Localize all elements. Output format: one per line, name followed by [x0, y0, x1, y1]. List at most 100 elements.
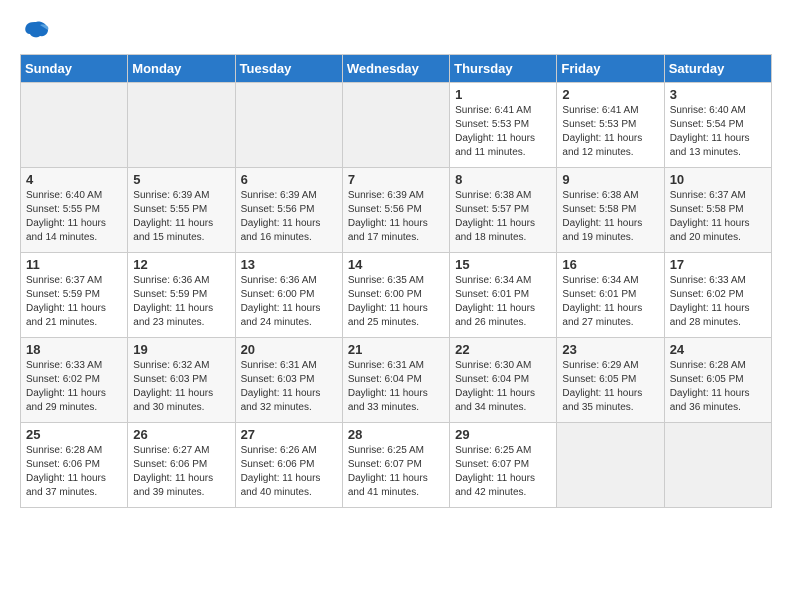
calendar-week-row: 1Sunrise: 6:41 AMSunset: 5:53 PMDaylight…	[21, 83, 772, 168]
calendar-cell: 18 Sunrise: 6:33 AMSunset: 6:02 PMDayligh…	[21, 338, 128, 423]
calendar-cell	[557, 423, 664, 508]
day-number: 15	[455, 257, 551, 272]
day-number: 5	[133, 172, 229, 187]
calendar-week-row: 11Sunrise: 6:37 AMSunset: 5:59 PMDayligh…	[21, 253, 772, 338]
day-info: Sunrise: 6:26 AMSunset: 6:06 PMDaylight:…	[241, 444, 337, 500]
day-info: Sunrise: 6:31 AMSunset: 6:04 PMDaylight:…	[348, 359, 444, 415]
day-info: Sunrise: 6:33 AMSunset: 6:02 PMDaylight:…	[670, 274, 766, 330]
day-number: 3	[670, 87, 766, 102]
logo	[20, 20, 50, 38]
weekday-header: Wednesday	[342, 55, 449, 83]
day-number: 26	[133, 427, 229, 442]
day-info: Sunrise: 6:25 AMSunset: 6:07 PMDaylight:…	[455, 444, 551, 500]
day-number: 9	[562, 172, 658, 187]
day-info: Sunrise: 6:33 AMSunset: 6:02 PMDaylight:…	[26, 359, 122, 415]
day-number: 27	[241, 427, 337, 442]
calendar-cell: 15 Sunrise: 6:34 AMSunset: 6:01 PMDayligh…	[450, 253, 557, 338]
calendar-cell	[342, 83, 449, 168]
day-info: Sunrise: 6:25 AMSunset: 6:07 PMDaylight:…	[348, 444, 444, 500]
day-info: Sunrise: 6:30 AMSunset: 6:04 PMDaylight:…	[455, 359, 551, 415]
day-number: 20	[241, 342, 337, 357]
calendar-cell: 2Sunrise: 6:41 AMSunset: 5:53 PMDaylight…	[557, 83, 664, 168]
day-number: 7	[348, 172, 444, 187]
calendar-cell: 21 Sunrise: 6:31 AMSunset: 6:04 PMDayligh…	[342, 338, 449, 423]
day-number: 25	[26, 427, 122, 442]
calendar-cell: 5 Sunrise: 6:39 AMSunset: 5:55 PMDaylight…	[128, 168, 235, 253]
day-number: 21	[348, 342, 444, 357]
day-number: 8	[455, 172, 551, 187]
day-info: Sunrise: 6:39 AMSunset: 5:56 PMDaylight:…	[241, 189, 337, 245]
day-info: Sunrise: 6:29 AMSunset: 6:05 PMDaylight:…	[562, 359, 658, 415]
day-number: 14	[348, 257, 444, 272]
calendar-cell: 6 Sunrise: 6:39 AMSunset: 5:56 PMDaylight…	[235, 168, 342, 253]
weekday-row: SundayMondayTuesdayWednesdayThursdayFrid…	[21, 55, 772, 83]
calendar-cell	[21, 83, 128, 168]
calendar-cell: 10 Sunrise: 6:37 AMSunset: 5:58 PMDayligh…	[664, 168, 771, 253]
calendar-cell: 4 Sunrise: 6:40 AMSunset: 5:55 PMDaylight…	[21, 168, 128, 253]
day-number: 17	[670, 257, 766, 272]
day-number: 2	[562, 87, 658, 102]
day-info: Sunrise: 6:38 AMSunset: 5:58 PMDaylight:…	[562, 189, 658, 245]
calendar-cell: 20 Sunrise: 6:31 AMSunset: 6:03 PMDayligh…	[235, 338, 342, 423]
day-info: Sunrise: 6:34 AMSunset: 6:01 PMDaylight:…	[562, 274, 658, 330]
day-info: Sunrise: 6:37 AMSunset: 5:59 PMDaylight:…	[26, 274, 122, 330]
calendar-header: SundayMondayTuesdayWednesdayThursdayFrid…	[21, 55, 772, 83]
day-info: Sunrise: 6:36 AMSunset: 5:59 PMDaylight:…	[133, 274, 229, 330]
calendar-cell: 27 Sunrise: 6:26 AMSunset: 6:06 PMDayligh…	[235, 423, 342, 508]
day-info: Sunrise: 6:36 AMSunset: 6:00 PMDaylight:…	[241, 274, 337, 330]
day-info: Sunrise: 6:32 AMSunset: 6:03 PMDaylight:…	[133, 359, 229, 415]
day-number: 19	[133, 342, 229, 357]
calendar-cell: 24Sunrise: 6:28 AMSunset: 6:05 PMDayligh…	[664, 338, 771, 423]
day-number: 1	[455, 87, 551, 102]
calendar-cell: 3 Sunrise: 6:40 AMSunset: 5:54 PMDaylight…	[664, 83, 771, 168]
calendar-cell	[128, 83, 235, 168]
calendar-table: SundayMondayTuesdayWednesdayThursdayFrid…	[20, 54, 772, 508]
weekday-header: Friday	[557, 55, 664, 83]
day-number: 10	[670, 172, 766, 187]
calendar-cell: 29 Sunrise: 6:25 AMSunset: 6:07 PMDayligh…	[450, 423, 557, 508]
weekday-header: Sunday	[21, 55, 128, 83]
day-info: Sunrise: 6:28 AMSunset: 6:06 PMDaylight:…	[26, 444, 122, 500]
calendar-cell: 22 Sunrise: 6:30 AMSunset: 6:04 PMDayligh…	[450, 338, 557, 423]
day-number: 13	[241, 257, 337, 272]
calendar-cell: 1Sunrise: 6:41 AMSunset: 5:53 PMDaylight…	[450, 83, 557, 168]
day-info: Sunrise: 6:28 AMSunset: 6:05 PMDaylight:…	[670, 359, 766, 415]
day-info: Sunrise: 6:37 AMSunset: 5:58 PMDaylight:…	[670, 189, 766, 245]
day-number: 23	[562, 342, 658, 357]
calendar-cell: 8 Sunrise: 6:38 AMSunset: 5:57 PMDaylight…	[450, 168, 557, 253]
calendar-cell	[235, 83, 342, 168]
day-number: 22	[455, 342, 551, 357]
calendar-cell: 16Sunrise: 6:34 AMSunset: 6:01 PMDayligh…	[557, 253, 664, 338]
day-info: Sunrise: 6:38 AMSunset: 5:57 PMDaylight:…	[455, 189, 551, 245]
calendar-cell: 19 Sunrise: 6:32 AMSunset: 6:03 PMDayligh…	[128, 338, 235, 423]
calendar-week-row: 25 Sunrise: 6:28 AMSunset: 6:06 PMDayligh…	[21, 423, 772, 508]
day-number: 29	[455, 427, 551, 442]
calendar-week-row: 18 Sunrise: 6:33 AMSunset: 6:02 PMDayligh…	[21, 338, 772, 423]
day-info: Sunrise: 6:40 AMSunset: 5:55 PMDaylight:…	[26, 189, 122, 245]
day-number: 6	[241, 172, 337, 187]
weekday-header: Monday	[128, 55, 235, 83]
day-info: Sunrise: 6:35 AMSunset: 6:00 PMDaylight:…	[348, 274, 444, 330]
calendar-cell: 17 Sunrise: 6:33 AMSunset: 6:02 PMDayligh…	[664, 253, 771, 338]
calendar-body: 1Sunrise: 6:41 AMSunset: 5:53 PMDaylight…	[21, 83, 772, 508]
calendar-cell: 13 Sunrise: 6:36 AMSunset: 6:00 PMDayligh…	[235, 253, 342, 338]
day-number: 12	[133, 257, 229, 272]
page-header	[20, 20, 772, 38]
weekday-header: Tuesday	[235, 55, 342, 83]
calendar-cell: 26Sunrise: 6:27 AMSunset: 6:06 PMDayligh…	[128, 423, 235, 508]
calendar-week-row: 4 Sunrise: 6:40 AMSunset: 5:55 PMDaylight…	[21, 168, 772, 253]
weekday-header: Saturday	[664, 55, 771, 83]
day-number: 4	[26, 172, 122, 187]
calendar-cell: 9 Sunrise: 6:38 AMSunset: 5:58 PMDaylight…	[557, 168, 664, 253]
day-info: Sunrise: 6:34 AMSunset: 6:01 PMDaylight:…	[455, 274, 551, 330]
calendar-cell: 14 Sunrise: 6:35 AMSunset: 6:00 PMDayligh…	[342, 253, 449, 338]
day-number: 18	[26, 342, 122, 357]
day-info: Sunrise: 6:39 AMSunset: 5:56 PMDaylight:…	[348, 189, 444, 245]
calendar-cell: 7 Sunrise: 6:39 AMSunset: 5:56 PMDaylight…	[342, 168, 449, 253]
day-info: Sunrise: 6:40 AMSunset: 5:54 PMDaylight:…	[670, 104, 766, 160]
weekday-header: Thursday	[450, 55, 557, 83]
day-info: Sunrise: 6:31 AMSunset: 6:03 PMDaylight:…	[241, 359, 337, 415]
day-info: Sunrise: 6:39 AMSunset: 5:55 PMDaylight:…	[133, 189, 229, 245]
calendar-cell: 12 Sunrise: 6:36 AMSunset: 5:59 PMDayligh…	[128, 253, 235, 338]
calendar-cell: 25 Sunrise: 6:28 AMSunset: 6:06 PMDayligh…	[21, 423, 128, 508]
